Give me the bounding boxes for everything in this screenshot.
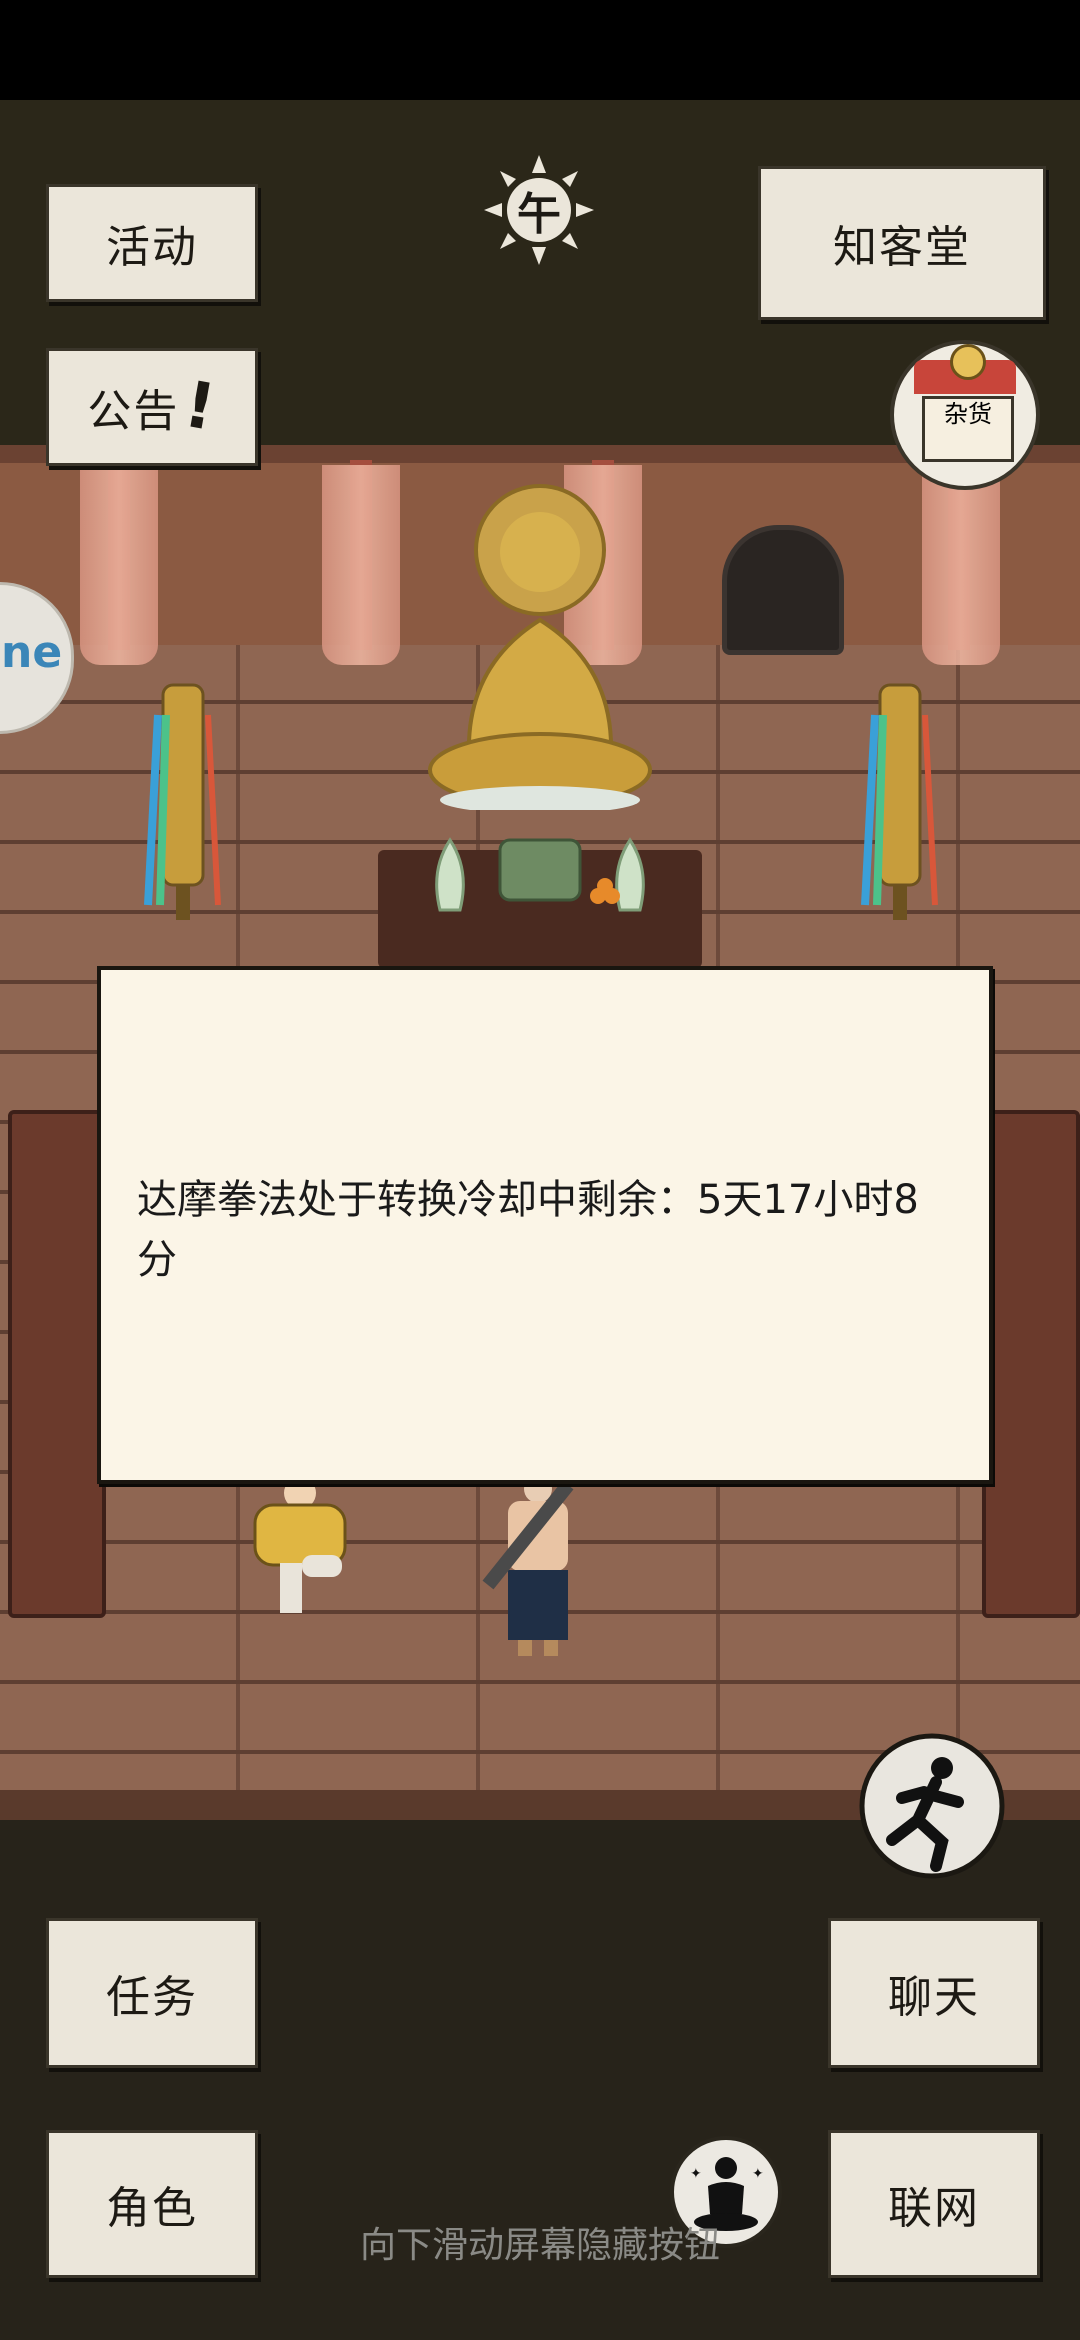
prayer-wheel-right [861,683,938,920]
coin-icon [950,344,986,380]
monk-character[interactable] [240,1475,360,1625]
hide-buttons-hint: 向下滑动屏幕隐藏按钮 [359,2225,720,2266]
status-bar [0,0,1080,100]
curtain [322,465,400,665]
cooldown-dialog[interactable]: 达摩拳法处于转换冷却中剩余：5天17小时8分 [97,966,993,1484]
notice-button[interactable]: 公告! [46,348,258,466]
prayer-wheel-left [144,683,221,920]
run-icon[interactable] [858,1732,1006,1880]
svg-text:✦: ✦ [752,2166,764,2182]
activity-button[interactable]: 活动 [46,184,258,302]
guest-hall-button[interactable]: 知客堂 [758,166,1046,320]
svg-text:✦: ✦ [690,2166,702,2182]
chairs-left [8,1110,106,1618]
swordsman-character[interactable] [478,1475,598,1665]
chairs-right [982,1110,1080,1618]
buddha-statue [428,484,652,810]
curtain [80,465,158,665]
round-door[interactable] [722,525,844,655]
shop-icon[interactable]: 杂货 [890,340,1040,490]
chat-button[interactable]: 聊天 [828,1918,1040,2068]
alert-icon: ! [179,367,223,447]
shop-sign: 杂货 [922,396,1014,462]
dialog-message: 达摩拳法处于转换冷却中剩余：5天17小时8分 [137,1177,919,1283]
altar-offerings [435,837,645,912]
curtain [922,465,1000,665]
time-label: 午 [517,189,561,240]
task-button[interactable]: 任务 [46,1918,258,2068]
